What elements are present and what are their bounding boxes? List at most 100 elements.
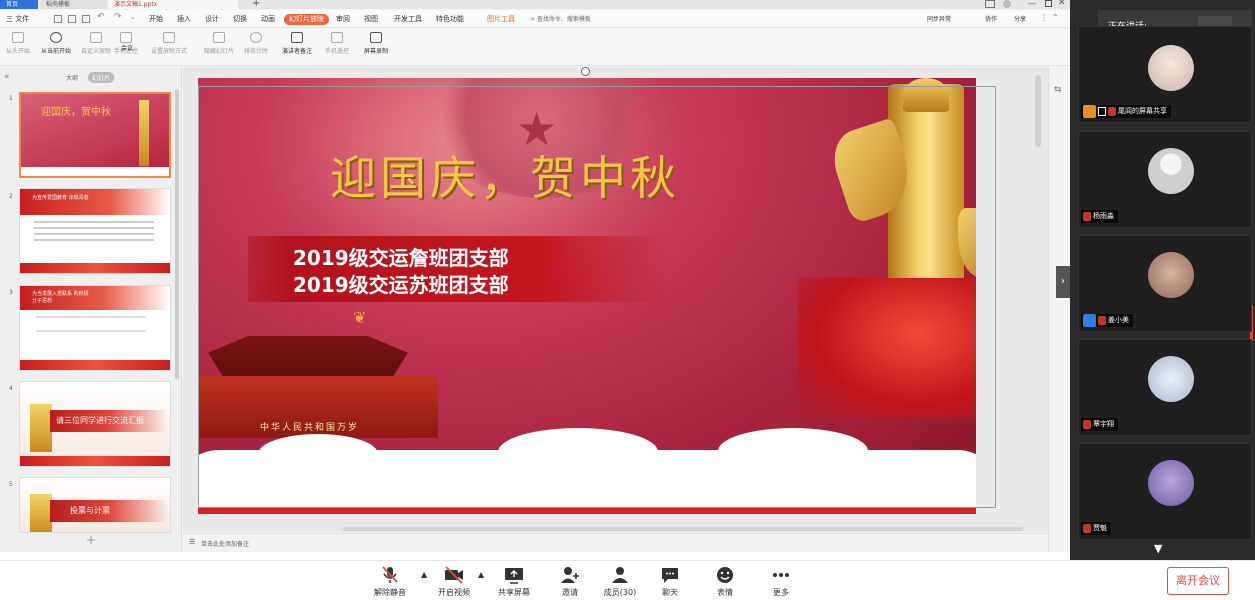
slide-thumbnail-4[interactable]: 请三位同学进行交流汇报 bbox=[19, 381, 171, 467]
ribbon-from-start[interactable]: 从头开始 bbox=[4, 32, 32, 64]
avatar bbox=[1148, 460, 1194, 506]
slide-thumbnail-1[interactable]: 迎国庆，贺中秋 bbox=[19, 92, 171, 178]
ribbon-custom-show[interactable]: 自定义放映 bbox=[78, 32, 114, 64]
collapse-ribbon-icon[interactable]: ⌃ bbox=[1052, 13, 1059, 22]
notes-icon bbox=[291, 32, 303, 43]
redo-icon[interactable]: ↷ bbox=[114, 12, 122, 22]
scroll-down-icon[interactable]: ▼ bbox=[1154, 542, 1162, 555]
menu-start[interactable]: 开始 bbox=[149, 14, 163, 25]
thumbnail-number: 4 bbox=[9, 385, 13, 392]
menu-view[interactable]: 视图 bbox=[364, 14, 378, 25]
close-icon[interactable]: ✕ bbox=[1058, 0, 1066, 8]
search-box[interactable]: ⌕ 查找命令、搜索模板 bbox=[531, 14, 621, 25]
slide-thumbnail-5[interactable]: 投票与计票 bbox=[19, 477, 171, 533]
unmute-button[interactable]: 解除静音 bbox=[364, 565, 416, 598]
start-video-button[interactable]: 开启视频 bbox=[428, 565, 480, 598]
participant-name: 尾闾的屏幕共享 bbox=[1118, 107, 1167, 115]
ribbon-phone-remote-2[interactable]: 手机遥控 bbox=[322, 32, 352, 64]
slide-canvas: ★ 迎国庆，贺中秋 2019级交运詹班团支部 2019级交运苏班团支部 ❦ 中华… bbox=[183, 67, 1048, 532]
menu-developer[interactable]: 开发工具 bbox=[394, 14, 422, 25]
video-options-icon[interactable]: ▲ bbox=[478, 570, 484, 579]
slide-thumbnail-3[interactable]: 为当发展入党联系 的积极分子思想 bbox=[19, 285, 171, 371]
preview-icon[interactable] bbox=[82, 15, 90, 23]
share-screen-button[interactable]: 共享屏幕 bbox=[488, 565, 540, 598]
menu-transition[interactable]: 切换 bbox=[233, 14, 247, 25]
sync-status[interactable]: 同步异常 bbox=[927, 14, 951, 25]
participant-name: 覃宇翔 bbox=[1093, 420, 1114, 428]
layout-icon[interactable] bbox=[985, 0, 995, 8]
meeting-toolbar: 解除静音 ▲ 开启视频 ▲ 共享屏幕 邀请 成员(30) 聊天 表情 更多 离开… bbox=[0, 560, 1255, 600]
collab-button[interactable]: 协作 bbox=[985, 14, 997, 25]
meeting-panel: 正在讲话: › 尾闾的屏幕共享 杨雨淼 姜小美 覃宇翔 bbox=[1056, 0, 1255, 560]
expand-panel-icon[interactable]: › bbox=[1056, 266, 1070, 298]
avatar bbox=[1148, 148, 1194, 194]
ribbon-show-settings[interactable]: 设置放映方式 bbox=[146, 32, 192, 64]
menu-file[interactable]: 三 文件 bbox=[6, 14, 29, 25]
pillar-image bbox=[30, 494, 52, 532]
mic-muted-icon bbox=[382, 566, 398, 583]
participant-tile[interactable]: 杨雨淼 bbox=[1078, 131, 1252, 228]
participant-tile[interactable]: 覃宇翔 bbox=[1078, 339, 1252, 436]
custom-show-icon bbox=[90, 32, 102, 43]
ribbon-screen-record[interactable]: 屏幕录制 bbox=[360, 32, 392, 64]
tab-home[interactable]: 首页 bbox=[0, 0, 38, 9]
avatar bbox=[1148, 356, 1194, 402]
text-lines bbox=[34, 221, 154, 223]
participant-name: 贾魁 bbox=[1093, 524, 1107, 532]
selection-frame[interactable] bbox=[198, 86, 996, 508]
menu-special[interactable]: 特色功能 bbox=[436, 14, 464, 25]
pillar-image bbox=[30, 404, 52, 452]
participant-tile[interactable]: 姜小美 bbox=[1078, 235, 1252, 332]
menu-animation[interactable]: 动画 bbox=[261, 14, 275, 25]
tab-outline[interactable]: 大纲 bbox=[66, 73, 78, 82]
ribbon-rehearse[interactable]: 排练计时 bbox=[240, 32, 272, 64]
ribbon-meeting[interactable]: 会议 bbox=[116, 43, 138, 61]
tab-document[interactable]: 演示文稿1.pptx bbox=[108, 0, 238, 9]
audio-options-icon[interactable]: ▲ bbox=[421, 570, 427, 579]
collapse-panel-icon[interactable]: « bbox=[4, 72, 10, 82]
menu-review[interactable]: 审阅 bbox=[336, 14, 350, 25]
chat-button[interactable]: 聊天 bbox=[644, 565, 696, 598]
minimize-icon[interactable]: — bbox=[1028, 0, 1036, 8]
members-button[interactable]: 成员(30) bbox=[594, 565, 646, 598]
undo-icon[interactable]: ↶ bbox=[97, 12, 105, 22]
canvas-scrollbar[interactable] bbox=[1035, 75, 1041, 147]
save-icon[interactable] bbox=[54, 15, 62, 23]
menu-insert[interactable]: 插入 bbox=[177, 14, 191, 25]
rotate-handle-icon[interactable] bbox=[581, 67, 590, 76]
menu-slideshow[interactable]: 幻灯片放映 bbox=[284, 14, 329, 25]
reactions-button[interactable]: 表情 bbox=[699, 565, 751, 598]
invite-button[interactable]: 邀请 bbox=[544, 565, 596, 598]
participant-name-tag: 覃宇翔 bbox=[1081, 418, 1118, 431]
tab-slides[interactable]: 幻灯片 bbox=[88, 72, 115, 83]
notes-icon[interactable]: ☰ bbox=[189, 538, 195, 546]
mic-muted-icon bbox=[1098, 316, 1106, 325]
tab-template[interactable]: 稻壳模板 bbox=[40, 0, 106, 9]
menu-picture-tools[interactable]: 图片工具 bbox=[487, 14, 515, 25]
ribbon-speaker-notes[interactable]: 演讲者备注 bbox=[278, 32, 316, 64]
more-button[interactable]: 更多 bbox=[755, 565, 807, 598]
add-slide-icon[interactable]: + bbox=[86, 533, 96, 547]
more-icon[interactable]: ⋮ bbox=[1040, 13, 1048, 22]
leave-meeting-button[interactable]: 离开会议 bbox=[1167, 567, 1229, 595]
user-avatar-icon[interactable] bbox=[1003, 0, 1011, 8]
share-button[interactable]: 分享 bbox=[1014, 14, 1026, 25]
more-dots-icon bbox=[773, 573, 789, 577]
notes-placeholder[interactable]: 单击此处添加备注 bbox=[201, 539, 249, 548]
phone-icon bbox=[331, 32, 343, 43]
print-icon[interactable] bbox=[68, 15, 76, 23]
ribbon-from-current[interactable]: 从当前开始 bbox=[38, 32, 74, 64]
new-tab-icon[interactable]: + bbox=[252, 0, 260, 9]
chevron-down-icon[interactable]: ⌄ bbox=[130, 13, 136, 21]
screen-share-icon bbox=[1098, 107, 1106, 116]
participant-tile[interactable]: 尾闾的屏幕共享 bbox=[1078, 26, 1252, 123]
slide-thumbnail-2[interactable]: 为宣传爱国教育 体现青春 bbox=[19, 188, 171, 274]
panel-scrollbar[interactable] bbox=[175, 89, 179, 379]
participant-tile[interactable]: 贾魁 bbox=[1078, 443, 1252, 540]
properties-icon[interactable]: ⇆ bbox=[1054, 85, 1062, 95]
maximize-icon[interactable] bbox=[1045, 0, 1052, 7]
ribbon-hide-slide[interactable]: 隐藏幻灯片 bbox=[200, 32, 238, 64]
menu-design[interactable]: 设计 bbox=[205, 14, 219, 25]
canvas-hscrollbar[interactable] bbox=[343, 527, 1023, 531]
red-strip bbox=[20, 456, 170, 466]
